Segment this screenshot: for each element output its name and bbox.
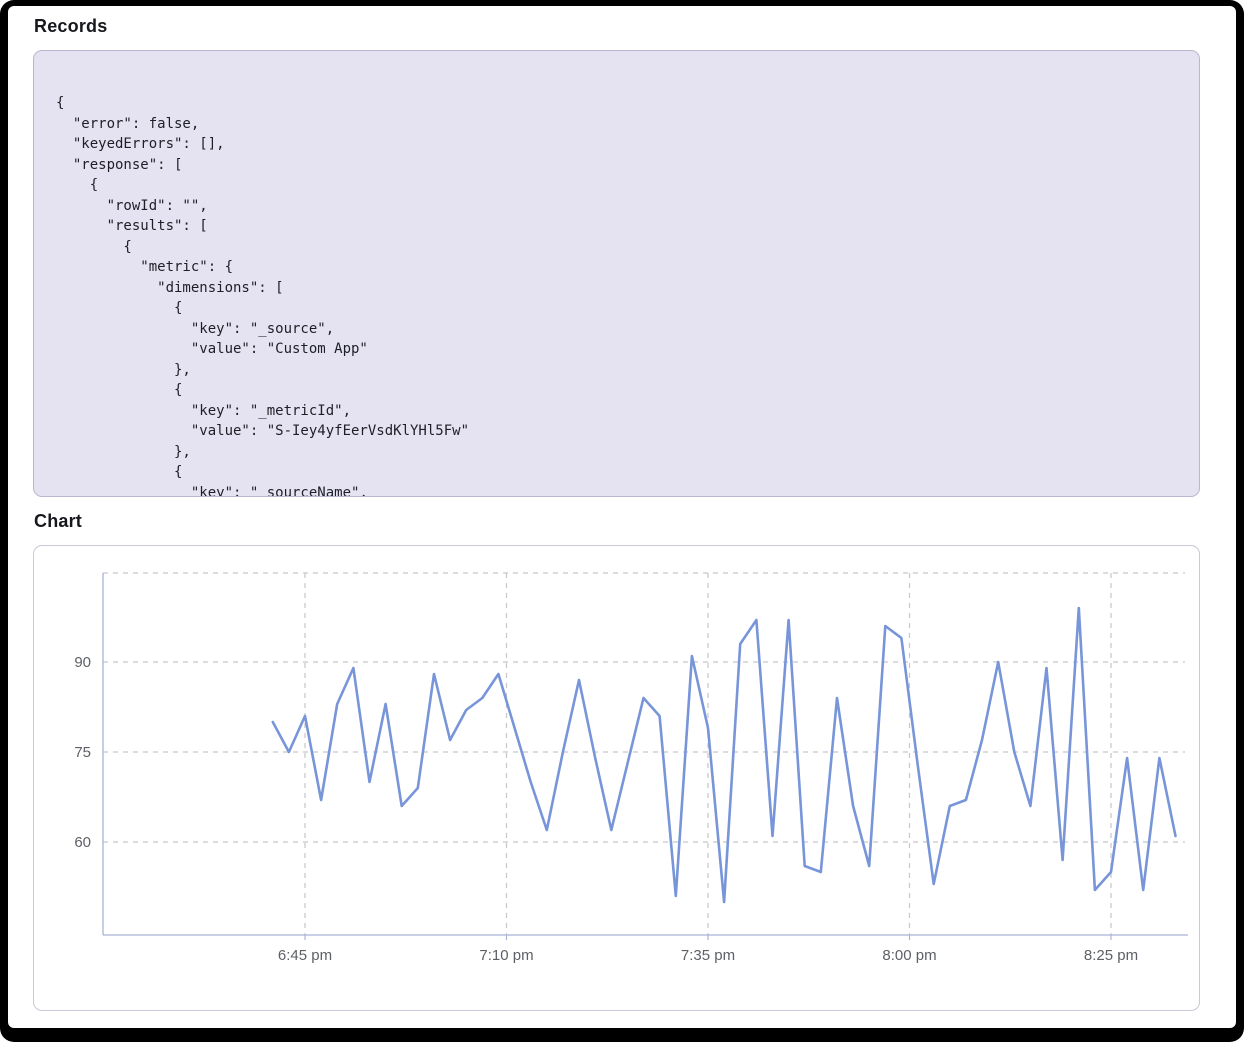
app-page: Records { "error": false, "keyedErrors":…: [8, 6, 1236, 1028]
records-json-panel[interactable]: { "error": false, "keyedErrors": [], "re…: [33, 50, 1200, 497]
x-axis-tick-label: 7:35 pm: [681, 947, 735, 964]
chart-section-title: Chart: [34, 511, 82, 532]
metric-line-series: [273, 608, 1176, 902]
x-axis-tick-label: 6:45 pm: [278, 947, 332, 964]
y-axis-tick-label: 90: [74, 654, 91, 671]
metric-line-chart[interactable]: 90 75 60 6:45 pm 7:10 pm 7:35 pm 8:00 pm 8:25 p…: [34, 546, 1199, 1010]
records-section-title: Records: [34, 16, 107, 37]
chart-panel: 90 75 60 6:45 pm 7:10 pm 7:35 pm 8:00 pm 8:25 p…: [33, 545, 1200, 1011]
y-axis-tick-label: 60: [74, 834, 91, 851]
x-axis-tick-label: 7:10 pm: [479, 947, 533, 964]
x-axis-tick-label: 8:25 pm: [1084, 947, 1138, 964]
screenshot-frame: Records { "error": false, "keyedErrors":…: [0, 0, 1244, 1042]
y-axis-tick-label: 75: [74, 744, 91, 761]
x-axis-tick-label: 8:00 pm: [882, 947, 936, 964]
records-json-code: { "error": false, "keyedErrors": [], "re…: [34, 51, 1199, 497]
